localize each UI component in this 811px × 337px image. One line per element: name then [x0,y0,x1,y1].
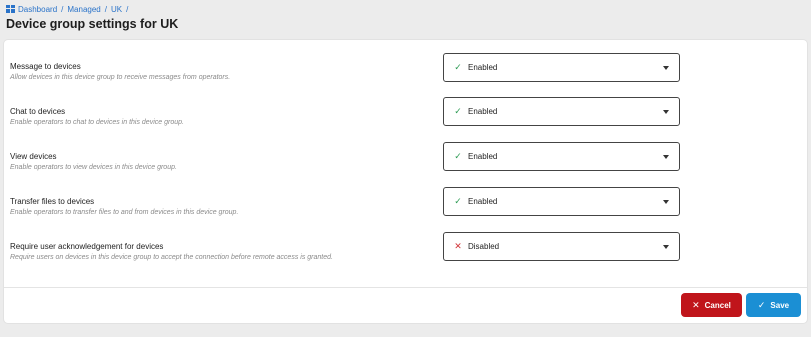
breadcrumb-uk[interactable]: UK [111,5,122,14]
setting-row-transfer: Transfer files to devices Enable operato… [4,197,807,231]
setting-title: Transfer files to devices [10,197,95,206]
save-label: Save [770,300,790,310]
cancel-label: Cancel [704,300,731,310]
select-value: Disabled [468,242,500,251]
chat-to-devices-select[interactable]: ✓ Enabled [443,97,680,126]
check-icon: ✓ [454,106,462,116]
setting-description: Enable operators to transfer files to an… [10,209,239,216]
setting-row-message: Message to devices Allow devices in this… [4,62,807,96]
breadcrumb: Dashboard / Managed / UK / [6,3,132,15]
setting-description: Require users on devices in this device … [10,254,333,261]
caret-down-icon [663,245,669,249]
user-acknowledgement-select[interactable]: ✕ Disabled [443,232,680,261]
save-button[interactable]: ✓ Save [746,293,801,317]
setting-title: Message to devices [10,62,81,71]
check-icon: ✓ [454,62,462,72]
page-title: Device group settings for UK [6,17,179,31]
cancel-button[interactable]: ✕ Cancel [681,293,742,317]
select-value: Enabled [468,63,498,72]
select-value: Enabled [468,197,498,206]
setting-title: View devices [10,152,57,161]
breadcrumb-separator: / [104,4,107,14]
dashboard-icon [6,5,15,13]
caret-down-icon [663,66,669,70]
x-icon: ✕ [454,241,462,251]
setting-description: Allow devices in this device group to re… [10,74,231,81]
setting-title: Chat to devices [10,107,66,116]
setting-row-view: View devices Enable operators to view de… [4,152,807,186]
transfer-files-select[interactable]: ✓ Enabled [443,187,680,216]
x-icon: ✕ [692,299,700,310]
caret-down-icon [663,110,669,114]
setting-row-chat: Chat to devices Enable operators to chat… [4,107,807,141]
breadcrumb-dashboard[interactable]: Dashboard [18,5,57,14]
caret-down-icon [663,155,669,159]
check-icon: ✓ [454,151,462,161]
setting-row-acknowledgement: Require user acknowledgement for devices… [4,242,807,276]
select-value: Enabled [468,107,498,116]
breadcrumb-separator: / [61,4,64,14]
setting-description: Enable operators to chat to devices in t… [10,119,184,126]
setting-title: Require user acknowledgement for devices [10,242,164,251]
check-icon: ✓ [454,196,462,206]
check-icon: ✓ [757,299,766,310]
settings-panel: Message to devices Allow devices in this… [4,40,807,323]
breadcrumb-separator: / [126,4,129,14]
setting-description: Enable operators to view devices in this… [10,164,177,171]
select-value: Enabled [468,152,498,161]
footer-divider [4,287,807,288]
breadcrumb-managed[interactable]: Managed [67,5,100,14]
view-devices-select[interactable]: ✓ Enabled [443,142,680,171]
message-to-devices-select[interactable]: ✓ Enabled [443,53,680,82]
caret-down-icon [663,200,669,204]
